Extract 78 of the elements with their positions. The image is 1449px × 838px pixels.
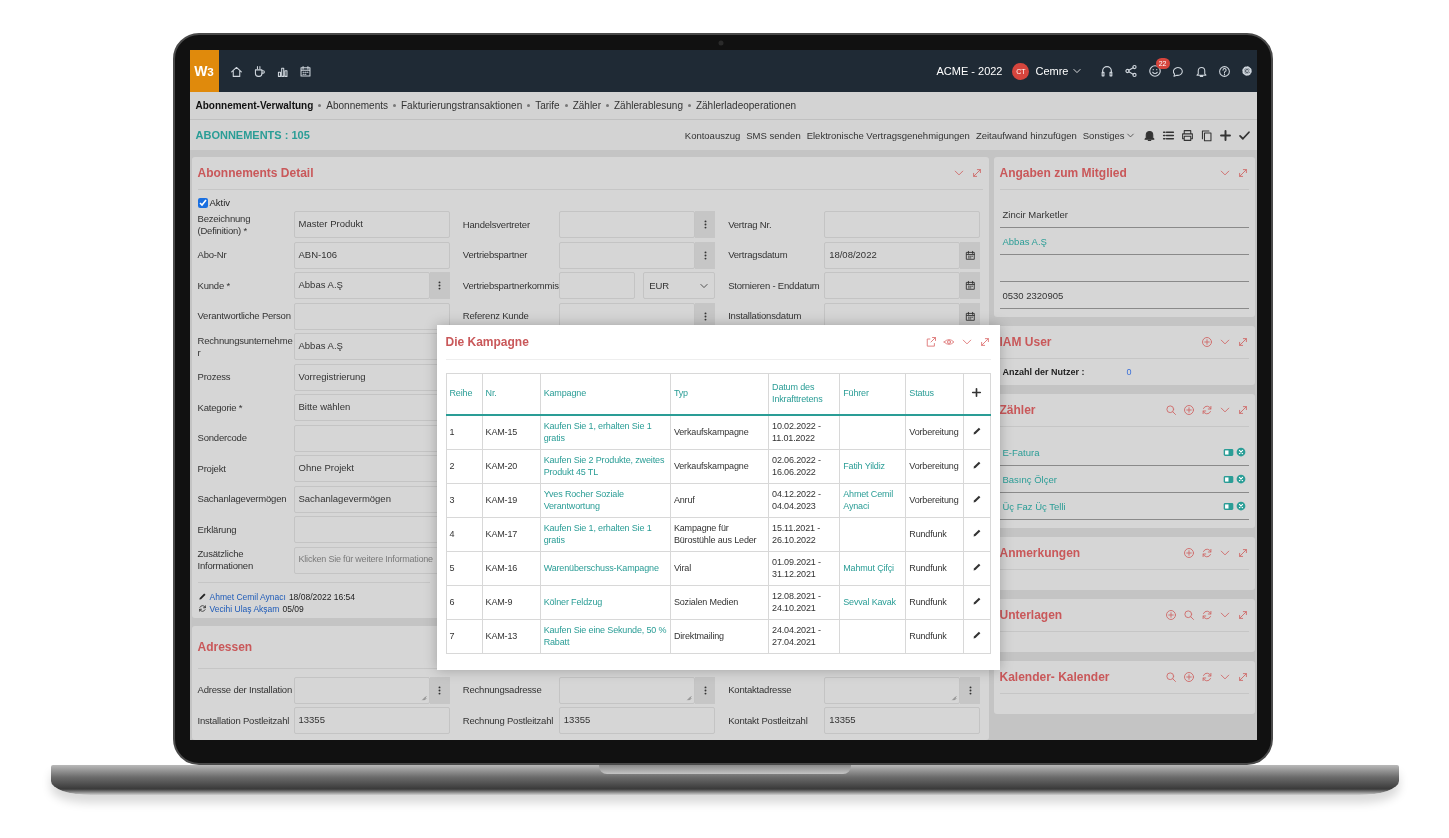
timestamp: 18/08/2022 16:54	[288, 591, 356, 602]
table-cell-text: 7	[449, 630, 456, 643]
table-cell-text: Rundfunk	[909, 630, 948, 643]
table-cell-text: KAM-17	[485, 528, 519, 541]
table-cell-text: 2	[449, 460, 456, 473]
table-cell-text: KAM-19	[485, 494, 519, 507]
table-cell-text: 6	[449, 596, 456, 609]
field-label: Adresse der Installation	[197, 684, 293, 696]
card-title: Zähler	[999, 403, 1036, 417]
card-title: Kalender- Kalender	[999, 670, 1110, 684]
field-label: Kontakt Postleitzahl	[728, 714, 809, 727]
card-title: Unterlagen	[999, 608, 1063, 622]
card-title: Angaben zum Mitglied	[999, 166, 1127, 180]
table-cell-text: 02.06.2022 - 16.06.2022	[772, 454, 822, 479]
field-label: Abo-Nr	[197, 249, 228, 261]
table-cell-text: Rundfunk	[909, 528, 948, 541]
field-label: Bezeichnung (Definition) *	[197, 212, 252, 237]
field-label: Kontaktadresse	[728, 684, 793, 696]
field-label: Installation Postleitzahl	[197, 714, 291, 727]
table-cell-text: KAM-16	[485, 562, 519, 575]
company-label: ACME - 2022	[936, 65, 1003, 77]
table-cell-text: Sozialen Medien	[673, 596, 740, 609]
member-info: Zincir Marketler	[1002, 208, 1068, 220]
table-cell-text: KAM-9	[485, 596, 514, 609]
field-label: Kunde *	[197, 279, 231, 292]
table-cell-text: 01.09.2021 - 31.12.2021	[772, 556, 822, 581]
table-cell-text: Vorbereitung	[909, 460, 960, 473]
table-cell-text: Vorbereitung	[909, 494, 960, 507]
member-info: 0530 2320905	[1002, 289, 1064, 301]
field-label: Vertrag Nr.	[728, 218, 773, 231]
table-cell-text: 3	[449, 494, 456, 507]
table-cell-text: 10.02.2022 - 11.01.2022	[772, 420, 822, 445]
field-label: Kategorie *	[197, 401, 244, 414]
card-title: Adressen	[197, 639, 253, 654]
page-title: ABONNEMENTS : 105	[195, 129, 310, 141]
count-value: 0	[1126, 367, 1132, 377]
field-label: Installationsdatum	[728, 310, 803, 322]
field-label: Rechnungsunternehmer	[197, 334, 294, 359]
table-cell-text: Vorbereitung	[909, 426, 960, 439]
table-cell-text: KAM-15	[485, 426, 519, 439]
table-cell-text: Viral	[673, 562, 692, 575]
table-cell-text: 04.12.2022 - 04.04.2023	[772, 488, 822, 513]
card-title: IAM User	[999, 335, 1052, 349]
field-label: Projekt	[197, 462, 227, 475]
table-cell-text: KAM-13	[485, 630, 519, 643]
table-cell-text: 5	[449, 562, 456, 575]
table-cell-text: Kampagne für Bürostühle aus Leder	[673, 522, 758, 547]
card-title: Anmerkungen	[999, 546, 1081, 560]
table-cell-text: 1	[449, 426, 456, 439]
table-cell-text: Rundfunk	[909, 562, 948, 575]
table-cell-text: 12.08.2021 - 24.10.2021	[772, 590, 822, 615]
table-cell-text: 4	[449, 528, 456, 541]
timestamp: 05/09	[282, 603, 304, 614]
field-label: Sondercode	[197, 432, 248, 444]
field-label: Rechnung Postleitzahl	[462, 714, 555, 727]
table-cell-text: Verkaufskampagne	[673, 460, 750, 473]
table-cell-text: Direktmailing	[673, 630, 725, 643]
table-cell-text: Rundfunk	[909, 596, 948, 609]
count-label: Anzahl der Nutzer :	[1002, 367, 1086, 377]
table-cell-text: 24.04.2021 - 27.04.2021	[772, 624, 822, 649]
table-cell-text: 15.11.2021 - 26.10.2022	[772, 522, 822, 547]
field-label: Prozess	[197, 371, 232, 383]
field-label: Zusätzliche Informationen	[197, 548, 254, 572]
table-cell-text: Verkaufskampagne	[673, 426, 750, 439]
field-label: Referenz Kunde	[462, 310, 530, 322]
card-title: Abonnements Detail	[197, 166, 314, 180]
table-cell-text: Anruf	[673, 494, 696, 507]
field-label: Handelsvertreter	[462, 218, 531, 231]
field-label: Stornieren - Enddatum	[728, 279, 821, 292]
table-cell-text: KAM-20	[485, 460, 519, 473]
field-label: Verantwortliche Person	[197, 310, 292, 322]
field-label: Erklärung	[197, 523, 238, 536]
field-label: Vertragsdatum	[728, 249, 789, 261]
field-label: Vertriebspartnerkommis	[462, 279, 559, 292]
checkbox-label: Aktiv	[209, 197, 231, 208]
field-label: Rechnungsadresse	[462, 684, 543, 696]
field-label: Vertriebspartner	[462, 249, 529, 261]
field-label: Sachanlagevermögen	[197, 493, 288, 505]
